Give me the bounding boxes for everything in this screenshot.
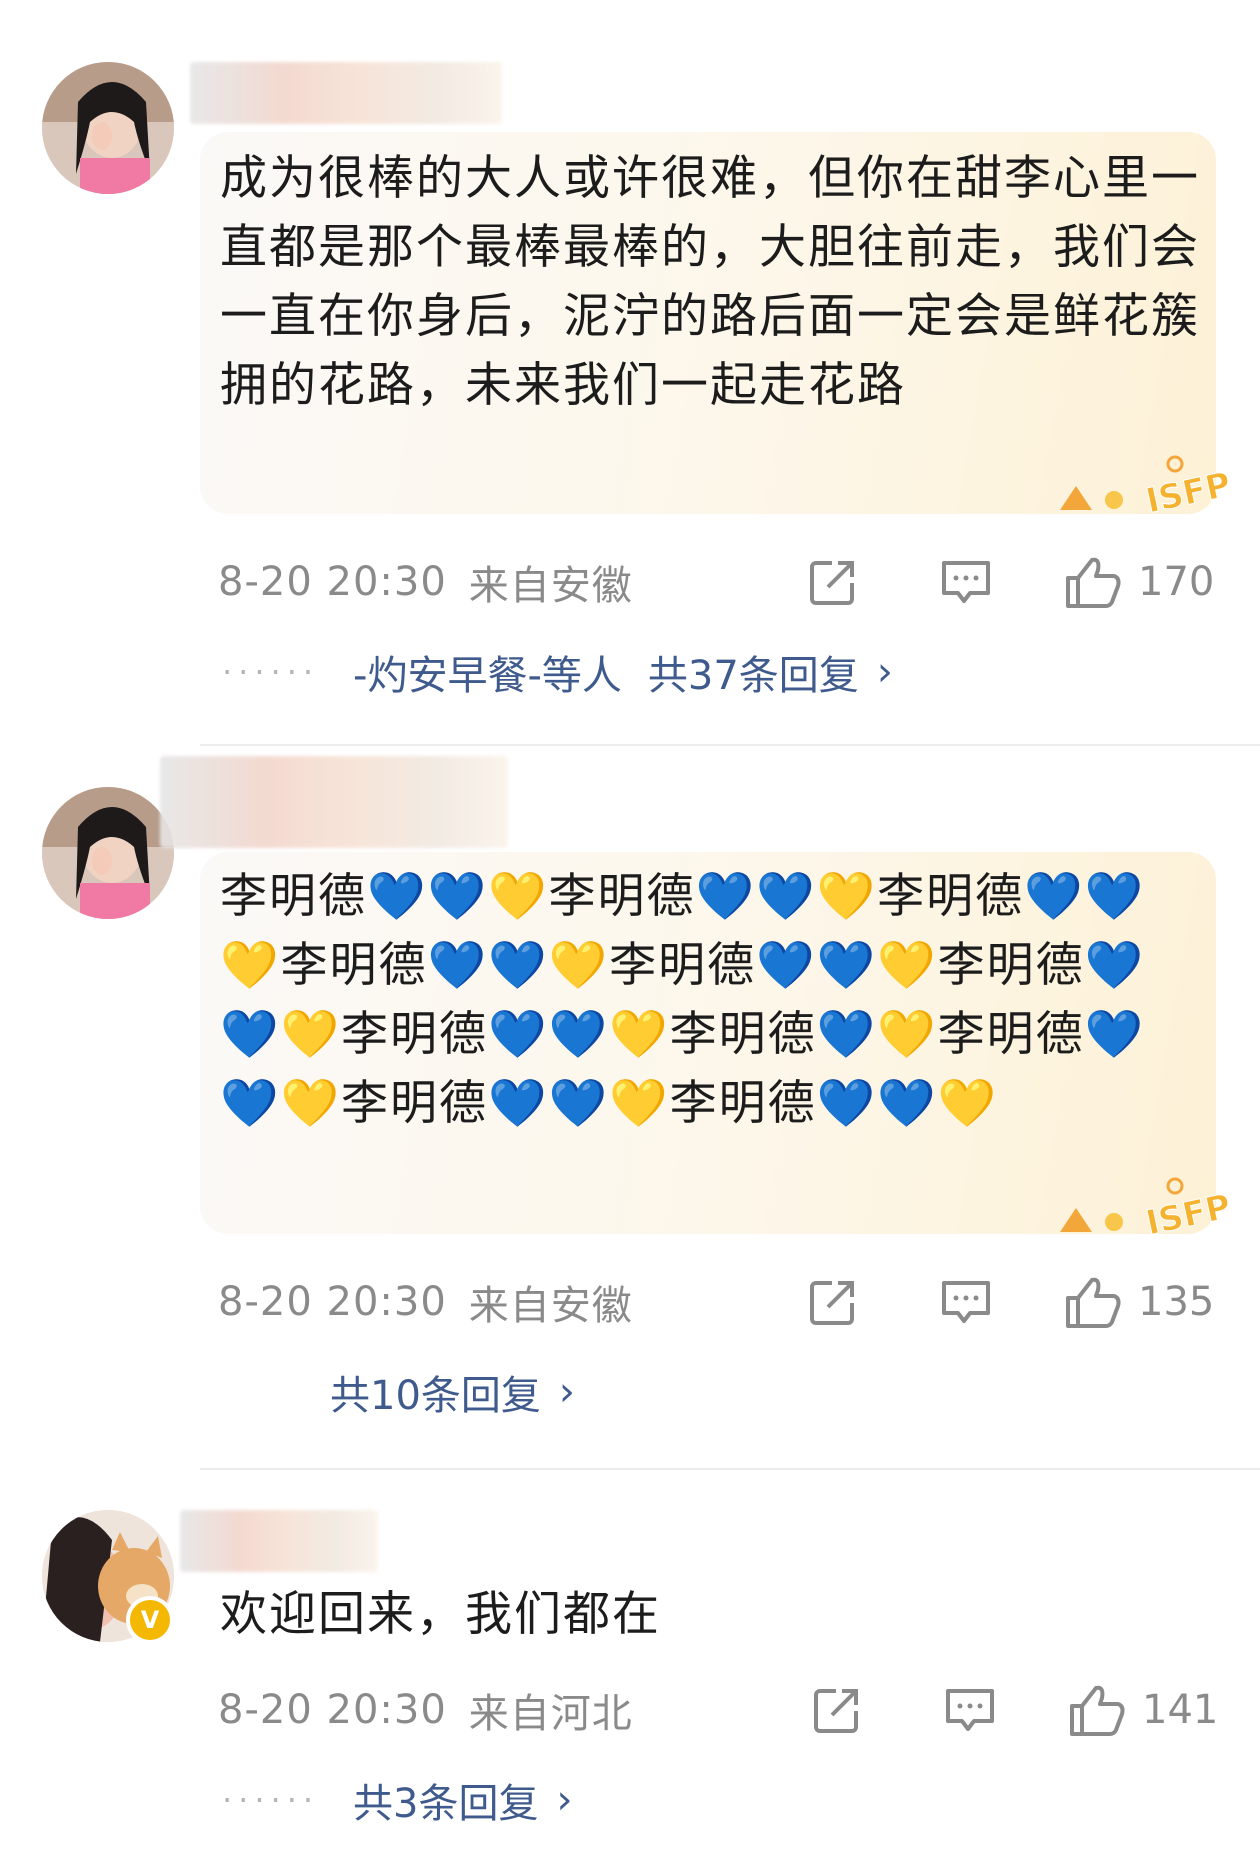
comment-meta: 8-20 20:30 来自河北 xyxy=(218,1680,633,1740)
view-replies-link[interactable]: ······ 共3条回复 › xyxy=(222,1770,572,1830)
share-icon xyxy=(810,561,854,605)
chevron-right-icon: › xyxy=(558,1369,575,1415)
avatar-image xyxy=(42,787,174,919)
username-blurred[interactable] xyxy=(180,1510,378,1572)
comment-item: 成为很棒的大人或许很难，但你在甜李心里一直都是那个最棒最棒的，大胆往前走，我们会… xyxy=(0,0,1260,699)
comment-time: 8-20 20:30 xyxy=(218,1279,447,1325)
username-blurred[interactable] xyxy=(190,62,502,124)
avatar-image xyxy=(42,62,174,194)
share-button[interactable] xyxy=(806,1272,860,1332)
verified-badge-icon: V xyxy=(126,1596,174,1644)
user-avatar[interactable] xyxy=(42,787,174,919)
comment-location: 来自安徽 xyxy=(468,1283,633,1329)
chevron-right-icon: › xyxy=(876,649,893,695)
share-icon xyxy=(810,1281,854,1325)
svg-text:ISFP: ISFP xyxy=(1143,1187,1235,1242)
thumbs-up-icon xyxy=(1066,1277,1121,1328)
user-avatar[interactable] xyxy=(42,62,174,194)
comment-button[interactable] xyxy=(938,1272,994,1332)
comment-button[interactable] xyxy=(942,1680,998,1740)
reply-count: 共37条回复 xyxy=(647,653,859,699)
like-button[interactable]: 135 xyxy=(1064,1272,1214,1332)
comment-meta: 8-20 20:30 来自安徽 xyxy=(218,552,633,612)
comment-icon xyxy=(942,561,990,603)
like-count: 141 xyxy=(1142,1687,1219,1733)
reply-count: 共3条回复 xyxy=(353,1781,539,1827)
comment-time: 8-20 20:30 xyxy=(218,559,447,605)
like-count: 170 xyxy=(1138,559,1215,605)
view-replies-link[interactable]: ······ -灼安早餐-等人 共37条回复 › xyxy=(222,642,893,702)
comment-time: 8-20 20:30 xyxy=(218,1687,447,1733)
comment-text: 李明德💙💙💛李明德💙💙💛李明德💙💙💛李明德💙💙💛李明德💙💙💛李明德💙💙💛李明德💙… xyxy=(220,869,1146,1131)
share-icon xyxy=(814,1689,858,1733)
dots-icon: ······ xyxy=(222,1781,320,1819)
divider xyxy=(200,744,1260,746)
reply-names: -灼安早餐-等人 xyxy=(353,653,622,699)
isfp-badge-icon: ISFP xyxy=(1060,455,1235,520)
like-button[interactable]: 170 xyxy=(1064,552,1214,612)
svg-text:ISFP: ISFP xyxy=(1143,465,1235,520)
like-button[interactable]: 141 xyxy=(1068,1680,1218,1740)
share-button[interactable] xyxy=(810,1680,864,1740)
thumbs-up-icon xyxy=(1066,557,1121,608)
chevron-right-icon: › xyxy=(556,1777,573,1823)
isfp-badge-icon: ISFP xyxy=(1060,1177,1235,1242)
share-button[interactable] xyxy=(806,552,860,612)
comment-button[interactable] xyxy=(938,552,994,612)
divider xyxy=(200,1468,1260,1470)
thumbs-up-icon xyxy=(1070,1685,1125,1736)
comment-text: 欢迎回来，我们都在 xyxy=(220,1587,661,1642)
username-blurred[interactable] xyxy=(160,756,508,848)
comment-location: 来自河北 xyxy=(468,1691,633,1737)
comment-meta: 8-20 20:30 来自安徽 xyxy=(218,1272,633,1332)
comment-text: 成为很棒的大人或许很难，但你在甜李心里一直都是那个最棒最棒的，大胆往前走，我们会… xyxy=(220,151,1200,413)
comment-location: 来自安徽 xyxy=(468,563,633,609)
dots-icon: ······ xyxy=(222,653,320,691)
reply-count: 共10条回复 xyxy=(330,1373,541,1419)
view-replies-link[interactable]: 共10条回复 › xyxy=(330,1362,575,1422)
like-count: 135 xyxy=(1138,1279,1215,1325)
comment-icon xyxy=(942,1281,990,1323)
comment-icon xyxy=(946,1689,994,1731)
